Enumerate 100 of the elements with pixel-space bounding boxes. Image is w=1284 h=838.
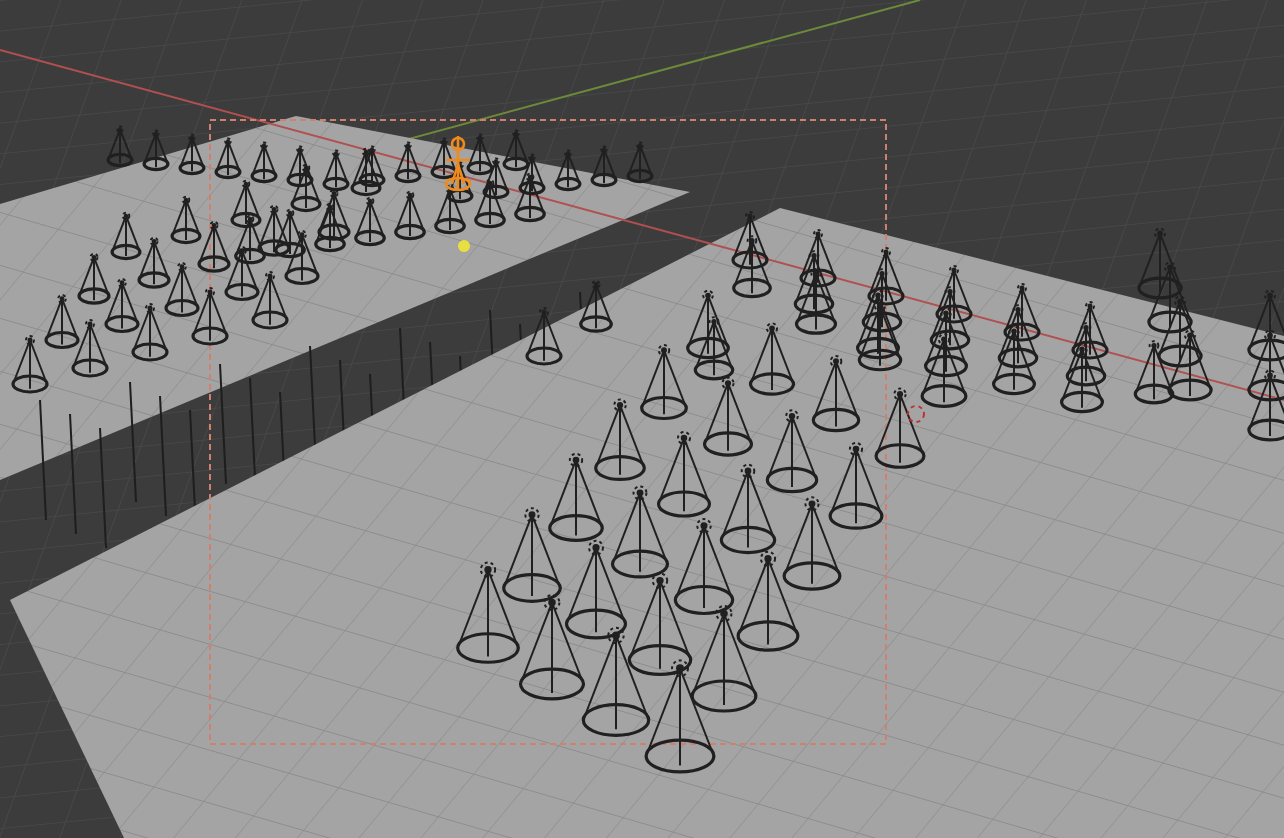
cone-drawing [191,287,229,346]
cone-drawing [640,344,688,421]
cone-drawing [11,335,49,394]
cone-drawing [178,133,206,176]
cone-drawing [673,518,735,616]
cone-drawing [1137,227,1183,300]
cone-drawing [857,300,903,372]
cone-drawing [656,431,712,518]
cone-drawing [44,293,80,350]
cone-drawing [234,214,266,265]
cone-drawing [581,626,651,737]
cone-drawing [626,141,654,184]
cone-drawing [446,161,474,204]
cone-drawing [394,190,426,241]
cone-drawing [736,550,800,652]
cone-drawing [1247,329,1284,402]
cone-drawing [197,220,231,273]
cone-drawing [1247,369,1284,442]
3d-cursor-icon [907,405,925,423]
cone-drawing [799,229,837,288]
cone-drawing [131,303,169,362]
cone-drawing [290,163,322,213]
cone-drawing [924,307,968,378]
cone-drawing [474,178,506,229]
cone-drawing [719,463,777,555]
cone-drawing [482,157,510,200]
cone-drawing [935,265,973,324]
cone-drawing [731,211,769,270]
cone-drawing [554,149,582,192]
cone-drawing [644,659,716,774]
cone-drawing [828,441,884,530]
cone-drawing [518,153,546,196]
cone-drawing [793,250,835,315]
cone-drawing [230,179,262,229]
cone-drawing [1247,289,1284,362]
cone-drawing [466,133,494,176]
cone-drawing [992,325,1036,396]
cone-drawing [434,184,466,235]
cone-drawing [170,195,202,245]
cone-drawing [514,172,546,223]
cone-drawing [350,147,382,197]
cone-drawing [610,485,670,579]
cone-drawing [358,145,386,188]
cone-drawing [627,572,693,677]
cone-drawing [106,125,134,168]
cone-drawing [394,141,422,184]
cone-drawing [317,188,351,241]
cone-drawing [142,129,170,172]
cone-drawing [354,196,386,247]
cone-drawing [1060,343,1104,414]
cone-drawing [856,289,900,360]
cone-drawing [274,208,306,259]
cone-drawing [579,279,613,333]
cone-drawing [456,561,520,664]
cone-drawing [811,354,861,433]
cone-drawing [997,304,1039,369]
cone-drawing [214,137,242,180]
cone-drawing [71,319,109,378]
cone-drawing [525,307,563,366]
cone-drawing [430,137,458,180]
cone-drawing [867,247,905,306]
cone-drawing [1133,340,1175,405]
cone-drawing [322,149,350,192]
cone-drawing [920,333,968,408]
cone-drawing [104,277,140,334]
cone-drawing [1065,322,1107,387]
cone-drawing [137,236,171,289]
cone-drawing [224,245,260,302]
cone-drawing [286,145,314,188]
cone-drawing [284,229,320,286]
cone-drawing [1167,329,1213,402]
cone-drawing [1003,283,1041,342]
cone-drawing [690,605,758,713]
cone-drawing [782,496,842,591]
cone-drawing [765,409,819,494]
cone-drawing [250,141,278,184]
cone-drawing [564,539,628,640]
cone-drawing [732,235,772,299]
cone-drawing [502,129,530,172]
cone-drawing [257,204,291,257]
cone-drawing [861,268,903,333]
armature-drawing[interactable] [444,136,472,192]
cone-drawing [1147,261,1193,334]
cone-drawing [251,271,289,330]
cone-drawing [518,594,586,701]
cone-drawing [548,452,604,542]
cone-drawing [1071,301,1109,360]
cone-drawing [110,211,142,261]
cone-drawing [748,322,796,396]
cone-drawing [693,316,735,381]
3d-viewport[interactable] [0,0,1284,838]
cone-drawing [686,289,730,360]
cone-drawing [590,145,618,188]
cone-drawing [502,507,562,603]
cone-drawing [702,376,754,457]
cone-drawing [1157,295,1203,368]
cone-drawing [794,267,838,335]
cone-drawing [314,202,346,253]
cone-drawing [77,252,111,305]
cone-drawing [164,261,200,318]
